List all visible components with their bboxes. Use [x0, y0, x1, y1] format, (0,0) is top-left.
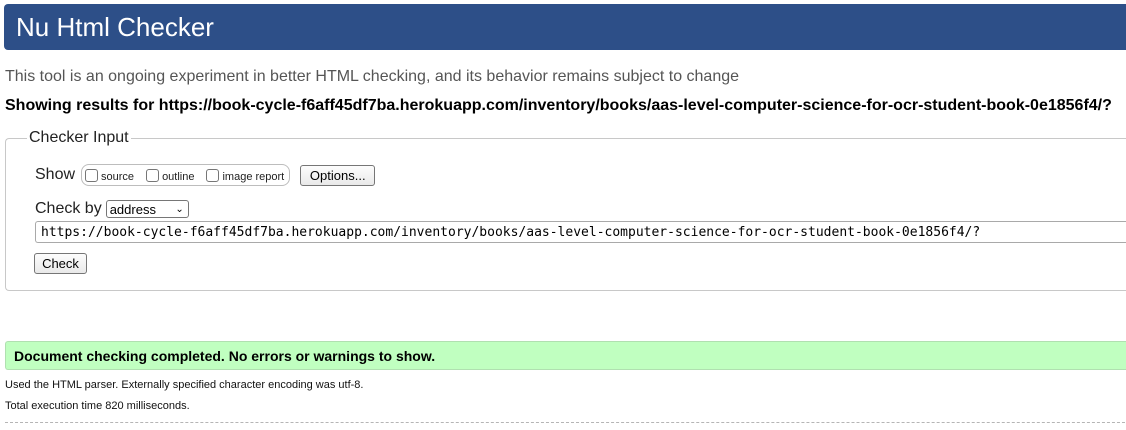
showing-results-heading: Showing results for https://book-cycle-f…: [5, 97, 1112, 114]
outline-checkbox-label: outline: [162, 171, 195, 183]
parser-info: Used the HTML parser. Externally specifi…: [5, 379, 364, 391]
options-button[interactable]: Options...: [300, 164, 376, 186]
url-input[interactable]: https://book-cycle-f6aff45df7ba.herokuap…: [35, 221, 1126, 243]
check-by-row: Check by address ⌄: [35, 199, 189, 219]
show-image-report-option[interactable]: image report: [206, 168, 285, 183]
execution-time: Total execution time 820 milliseconds.: [5, 400, 190, 412]
image-report-checkbox[interactable]: [206, 168, 220, 182]
check-by-selected-value: address: [109, 201, 156, 217]
show-label: Show: [35, 166, 76, 183]
image-report-checkbox-label: image report: [222, 171, 285, 183]
check-by-select[interactable]: address ⌄: [105, 200, 189, 218]
show-outline-option[interactable]: outline: [146, 168, 195, 183]
check-by-label: Check by: [35, 200, 102, 217]
header-bar: Nu Html Checker: [4, 4, 1126, 50]
tagline: This tool is an ongoing experiment in be…: [5, 68, 740, 85]
check-button[interactable]: Check: [34, 253, 87, 274]
show-options-row: Show source outline image report Options…: [35, 164, 376, 186]
show-options-group: source outline image report: [81, 164, 291, 186]
outline-checkbox[interactable]: [146, 168, 160, 182]
source-checkbox-label: source: [101, 171, 135, 183]
success-message: Document checking completed. No errors o…: [5, 341, 1126, 370]
source-checkbox[interactable]: [85, 168, 99, 182]
chevron-down-icon: ⌄: [175, 203, 184, 215]
page-title: Nu Html Checker: [16, 12, 214, 42]
divider: [5, 422, 1126, 423]
show-source-option[interactable]: source: [85, 168, 135, 183]
checker-input-legend: Checker Input: [27, 129, 131, 147]
